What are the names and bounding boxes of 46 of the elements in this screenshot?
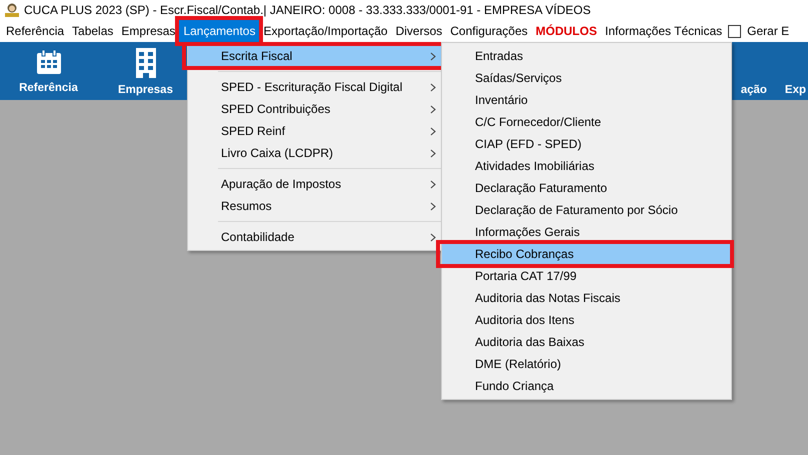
toolbar-label[interactable]: ação xyxy=(740,84,767,96)
menu-item[interactable]: Auditoria das Baixas xyxy=(442,331,731,353)
building-icon xyxy=(134,48,158,78)
menu-item[interactable]: Livro Caixa (LCDPR) xyxy=(188,142,444,164)
chevron-icon xyxy=(430,52,436,60)
menu-item[interactable]: Portaria CAT 17/99 xyxy=(442,265,731,287)
menu-item[interactable]: Configurações xyxy=(446,20,532,42)
menu-item[interactable]: Diversos xyxy=(392,20,446,42)
chevron-icon xyxy=(430,232,436,242)
checkbox-label[interactable]: Gerar E xyxy=(743,20,794,42)
menu-item[interactable]: Informações Gerais xyxy=(442,221,731,243)
toolbar-button[interactable]: Referência xyxy=(0,48,97,100)
menu-item[interactable]: Informações Técnicas xyxy=(600,20,726,42)
menu-item[interactable]: SPED Reinf xyxy=(188,120,444,142)
menu-item[interactable]: DME (Relatório) xyxy=(442,353,731,375)
chevron-icon xyxy=(430,126,436,136)
menu-item[interactable]: Declaração Faturamento xyxy=(442,177,731,199)
toolbar-label[interactable]: Exp xyxy=(784,84,806,96)
window-title: CUCA PLUS 2023 (SP) - Escr.Fiscal/Contab.| JANEIRO: 0008 - 33.333.333/0001-91 - EMPRESA VÍDEOS xyxy=(24,3,591,17)
menu-item[interactable]: Fundo Criança xyxy=(442,375,731,397)
menu-item[interactable]: Apuração de Impostos xyxy=(188,173,444,195)
menu-item[interactable]: Auditoria dos Itens xyxy=(442,309,731,331)
app-logo-icon xyxy=(4,2,20,18)
menu-item[interactable]: SPED Contribuições xyxy=(188,98,444,120)
chevron-icon xyxy=(430,82,436,92)
menu-item[interactable]: Atividades Imobiliárias xyxy=(442,155,731,177)
menu-item[interactable]: Resumos xyxy=(188,195,444,217)
chevron-icon xyxy=(430,104,436,114)
menu-item[interactable]: Tabelas xyxy=(68,20,118,42)
menu-item[interactable]: C/C Fornecedor/Cliente xyxy=(442,111,731,133)
menu-item[interactable]: Saídas/Serviços xyxy=(442,67,731,89)
chevron-icon xyxy=(430,202,436,210)
menu-item[interactable]: MÓDULOS xyxy=(532,20,601,42)
menu-item[interactable]: Exportação/Importação xyxy=(259,20,392,42)
menu-item[interactable]: CIAP (EFD - SPED) xyxy=(442,133,731,155)
chevron-icon xyxy=(430,148,436,158)
menu-item[interactable]: Auditoria das Notas Fiscais xyxy=(442,287,731,309)
checkbox[interactable] xyxy=(728,24,742,38)
calendar-icon xyxy=(34,48,62,76)
menu-item[interactable]: Entradas xyxy=(442,45,731,67)
menu-item[interactable]: Contabilidade xyxy=(188,226,444,248)
menu-item[interactable]: Declaração de Faturamento por Sócio xyxy=(442,199,731,221)
chevron-icon xyxy=(430,180,436,188)
menu-item[interactable]: Inventário xyxy=(442,89,731,111)
menu-item[interactable]: Empresas xyxy=(117,20,180,42)
menu-item[interactable]: Referência xyxy=(2,20,68,42)
